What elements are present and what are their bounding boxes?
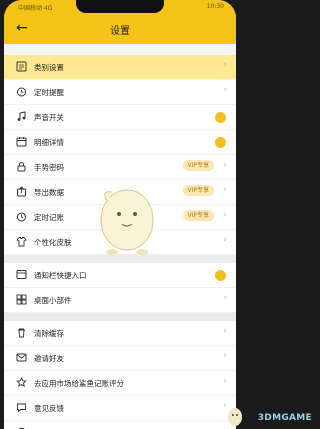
chevron-right-icon: ›: [223, 160, 227, 170]
settings-item-label: 通知栏快捷入口: [34, 271, 87, 280]
chevron-right-icon: ›: [223, 293, 227, 303]
chevron-right-icon: ›: [223, 185, 227, 195]
chevron-right-icon: ›: [223, 376, 227, 386]
settings-item[interactable]: 清除缓存 ›: [4, 321, 236, 346]
chevron-right-icon: ›: [223, 235, 227, 245]
settings-item-label: 定时记账: [34, 213, 64, 222]
nav-bar: ← 设置: [4, 14, 236, 44]
watermark-text: 3DMGAME: [257, 413, 312, 423]
clear-icon: [16, 327, 27, 338]
settings-item[interactable]: 通知栏快捷入口: [4, 263, 236, 288]
settings-item[interactable]: 邀请好友 ›: [4, 346, 236, 371]
settings-item-label: 手势密码: [34, 163, 64, 172]
settings-item[interactable]: 声音开关: [4, 105, 236, 130]
notification-icon: [16, 269, 27, 280]
chevron-right-icon: ›: [223, 210, 227, 220]
vip-badge: VIP专享: [182, 185, 214, 196]
settings-item[interactable]: 意见反馈 ›: [4, 396, 236, 421]
settings-item-label: 类别设置: [34, 63, 64, 72]
settings-group: 通知栏快捷入口 桌面小部件 ›: [4, 263, 236, 313]
lock-icon: [16, 161, 27, 172]
settings-item-label: 导出数据: [34, 188, 64, 197]
toggle-switch[interactable]: [215, 137, 226, 148]
settings-item-label: 邀请好友: [34, 354, 64, 363]
chevron-right-icon: ›: [223, 351, 227, 361]
vip-badge: VIP专享: [182, 160, 214, 171]
watermark-mascot-icon: [228, 408, 242, 426]
settings-item-label: 个性化皮肤: [34, 238, 72, 247]
settings-item[interactable]: 明细详情: [4, 130, 236, 155]
status-bar: 中国移动 4G 10:30: [4, 0, 236, 14]
alarm-clock-icon: [16, 86, 27, 97]
rate-icon: [16, 377, 27, 388]
settings-item-label: 意见反馈: [34, 404, 64, 413]
group-divider: [4, 313, 236, 321]
chevron-right-icon: ›: [223, 326, 227, 336]
settings-item-label: 定时提醒: [34, 88, 64, 97]
vip-badge: VIP专享: [182, 210, 214, 221]
settings-item[interactable]: 桌面小部件 ›: [4, 288, 236, 313]
chevron-right-icon: ›: [223, 60, 227, 70]
widget-icon: [16, 294, 27, 305]
settings-item-label: 声音开关: [34, 113, 64, 122]
settings-group: 清除缓存 › 邀请好友 › 去应用市场给鲨鱼记账评分 › 意见反馈›关于›: [4, 321, 236, 429]
settings-item-label: 清除缓存: [34, 329, 64, 338]
calendar-icon: [16, 136, 27, 147]
toggle-switch[interactable]: [215, 270, 226, 281]
camera-notch: [76, 0, 164, 13]
settings-item[interactable]: 类别设置 ›: [4, 55, 236, 80]
skin-icon: [16, 236, 27, 247]
music-note-icon: [16, 111, 27, 122]
clock: 10:30: [206, 3, 224, 10]
invite-icon: [16, 352, 27, 363]
settings-item[interactable]: 关于›: [4, 421, 236, 429]
settings-item[interactable]: 定时提醒 ›: [4, 80, 236, 105]
settings-item-label: 明细详情: [34, 138, 64, 147]
chevron-right-icon: ›: [223, 85, 227, 95]
settings-item[interactable]: 去应用市场给鲨鱼记账评分 ›: [4, 371, 236, 396]
feedback-icon: [16, 402, 27, 413]
phone-screen: 中国移动 4G 10:30 ← 设置 类别设置 › 定时提醒 › 声音开关明细详情手势密…: [4, 0, 236, 429]
settings-item-label: 去应用市场给鲨鱼记账评分: [34, 379, 124, 388]
settings-item-label: 桌面小部件: [34, 296, 72, 305]
toggle-switch[interactable]: [215, 112, 226, 123]
shark-mascot-watermark: [100, 189, 154, 255]
page-title: 设置: [110, 26, 130, 37]
timer-icon: [16, 211, 27, 222]
export-icon: [16, 186, 27, 197]
carrier-text: 中国移动 4G: [18, 5, 53, 12]
category-icon: [16, 61, 27, 72]
